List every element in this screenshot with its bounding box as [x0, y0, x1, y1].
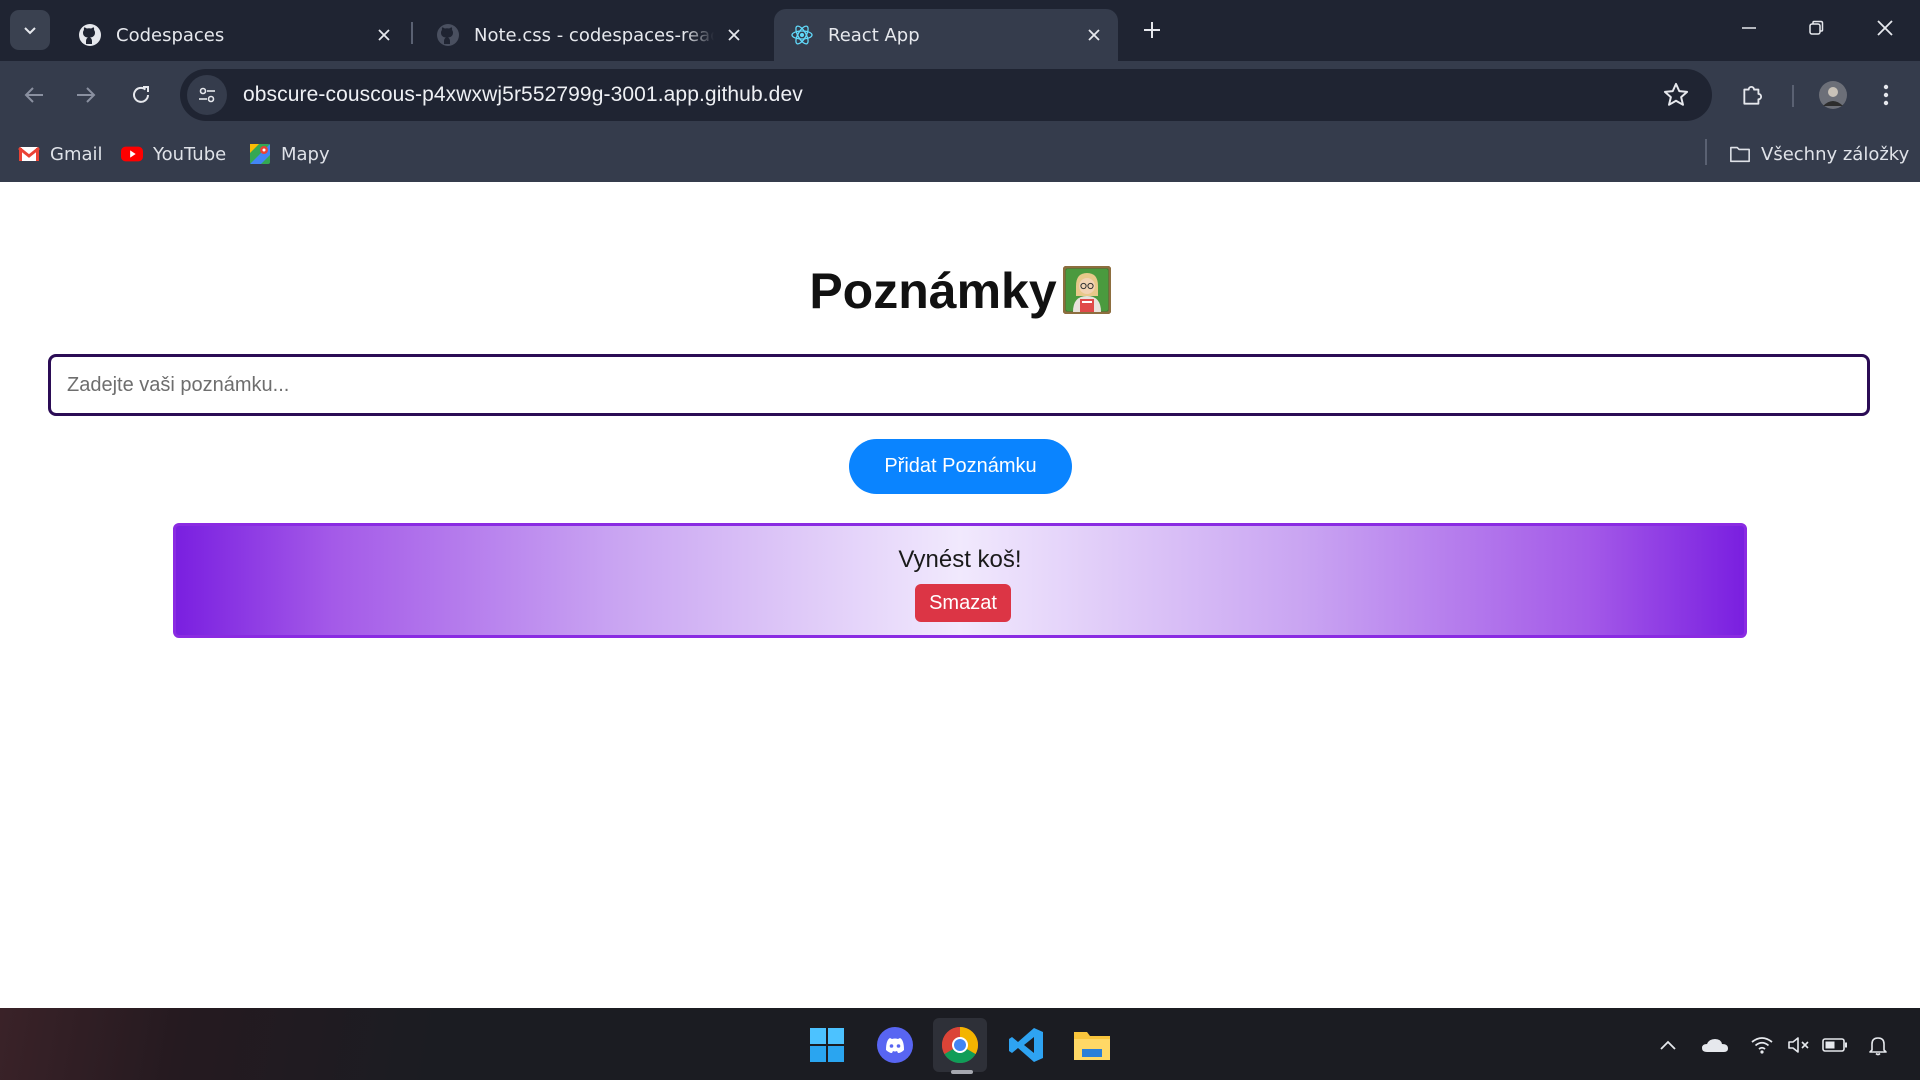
site-info-button[interactable] [187, 75, 227, 115]
wifi-icon[interactable] [1747, 1030, 1777, 1060]
chrome-icon[interactable] [933, 1018, 987, 1072]
bookmark-maps[interactable]: Mapy [249, 139, 330, 169]
plus-icon [1144, 22, 1160, 38]
gmail-icon [18, 143, 40, 165]
note-text: Vynést koš! [898, 546, 1022, 573]
bookmark-youtube[interactable]: YouTube [121, 139, 226, 169]
tune-icon [199, 87, 215, 103]
address-bar[interactable]: obscure-couscous-p4xwxwj5r552799g-3001.a… [180, 69, 1712, 121]
restore-icon [1809, 20, 1824, 35]
teacher-emoji-icon [1062, 265, 1112, 315]
active-app-indicator [951, 1070, 973, 1074]
tab-codespaces[interactable]: Codespaces [62, 9, 408, 61]
bookmark-gmail[interactable]: Gmail [18, 139, 103, 169]
more-vert-icon [1883, 84, 1889, 106]
profile-avatar[interactable] [1813, 75, 1853, 115]
arrow-left-icon [24, 87, 43, 103]
avatar-icon [1819, 81, 1847, 109]
chevron-up-icon[interactable] [1653, 1030, 1683, 1060]
file-explorer-icon[interactable] [1065, 1018, 1119, 1072]
url-text: obscure-couscous-p4xwxwj5r552799g-3001.a… [243, 83, 803, 106]
minimize-icon [1742, 27, 1756, 29]
volume-muted-icon[interactable] [1784, 1030, 1814, 1060]
delete-note-button[interactable]: Smazat [915, 584, 1011, 622]
tab-title: React App [828, 24, 920, 46]
tab-react-app[interactable]: React App [774, 9, 1118, 61]
tab-title: Codespaces [116, 24, 225, 46]
battery-icon[interactable] [1820, 1030, 1850, 1060]
github-icon [436, 23, 460, 47]
windows-start-icon[interactable] [800, 1018, 854, 1072]
restore-button[interactable] [1793, 8, 1839, 48]
arrow-right-icon [77, 87, 96, 103]
youtube-icon [121, 143, 143, 165]
reload-icon [133, 86, 149, 103]
new-tab-button[interactable] [1136, 14, 1168, 46]
toolbar-divider [1792, 85, 1794, 107]
wallpaper-strip [0, 1008, 720, 1080]
maps-icon [249, 143, 271, 165]
add-note-button[interactable]: Přidat Poznámku [849, 439, 1072, 494]
tab-title: Note.css - codespaces-react [Codespaces] [474, 24, 714, 46]
browser-tab-strip: Codespaces Note.css - codespaces-react [… [0, 0, 1920, 61]
close-window-button[interactable] [1862, 8, 1908, 48]
close-tab-icon[interactable] [374, 25, 394, 45]
discord-icon[interactable] [868, 1018, 922, 1072]
reload-button[interactable] [121, 75, 161, 115]
page-title: Poznámky [809, 263, 1057, 319]
browser-toolbar: obscure-couscous-p4xwxwj5r552799g-3001.a… [0, 61, 1920, 127]
windows-taskbar [0, 1008, 1920, 1080]
bookmarks-divider [1705, 139, 1707, 165]
minimize-button[interactable] [1726, 8, 1772, 48]
bookmark-star-icon[interactable] [1662, 81, 1690, 109]
extensions-button[interactable] [1733, 75, 1773, 115]
note-card: Vynést koš! Smazat [173, 523, 1747, 638]
all-bookmarks-folder[interactable]: Všechny záložky [1729, 139, 1909, 169]
bookmarks-bar: Gmail YouTube Mapy Všechny záložky [0, 127, 1920, 182]
vscode-icon[interactable] [999, 1018, 1053, 1072]
chevron-down-icon [24, 27, 36, 35]
bookmark-label: Gmail [50, 143, 103, 165]
note-input[interactable] [48, 354, 1870, 416]
github-icon [78, 23, 102, 47]
notification-bell-icon[interactable] [1863, 1030, 1893, 1060]
tab-note-css[interactable]: Note.css - codespaces-react [Codespaces] [420, 9, 758, 61]
forward-button[interactable] [66, 75, 106, 115]
page-viewport: Poznámky Přidat Poznámku Vynést koš! Sma… [0, 182, 1920, 1008]
browser-menu-button[interactable] [1866, 75, 1906, 115]
bookmark-label: YouTube [153, 143, 227, 165]
all-bookmarks-label: Všechny záložky [1761, 143, 1910, 165]
close-tab-icon[interactable] [1084, 25, 1104, 45]
back-button[interactable] [14, 75, 54, 115]
page-title-row: Poznámky [0, 262, 1920, 320]
folder-icon [1729, 143, 1751, 165]
bookmark-label: Mapy [281, 143, 330, 165]
react-icon [790, 23, 814, 47]
tab-search-button[interactable] [10, 10, 50, 50]
tab-divider [411, 22, 413, 44]
puzzle-icon [1743, 86, 1762, 105]
close-icon [1877, 20, 1893, 36]
onedrive-icon[interactable] [1700, 1030, 1730, 1060]
close-tab-icon[interactable] [724, 25, 744, 45]
